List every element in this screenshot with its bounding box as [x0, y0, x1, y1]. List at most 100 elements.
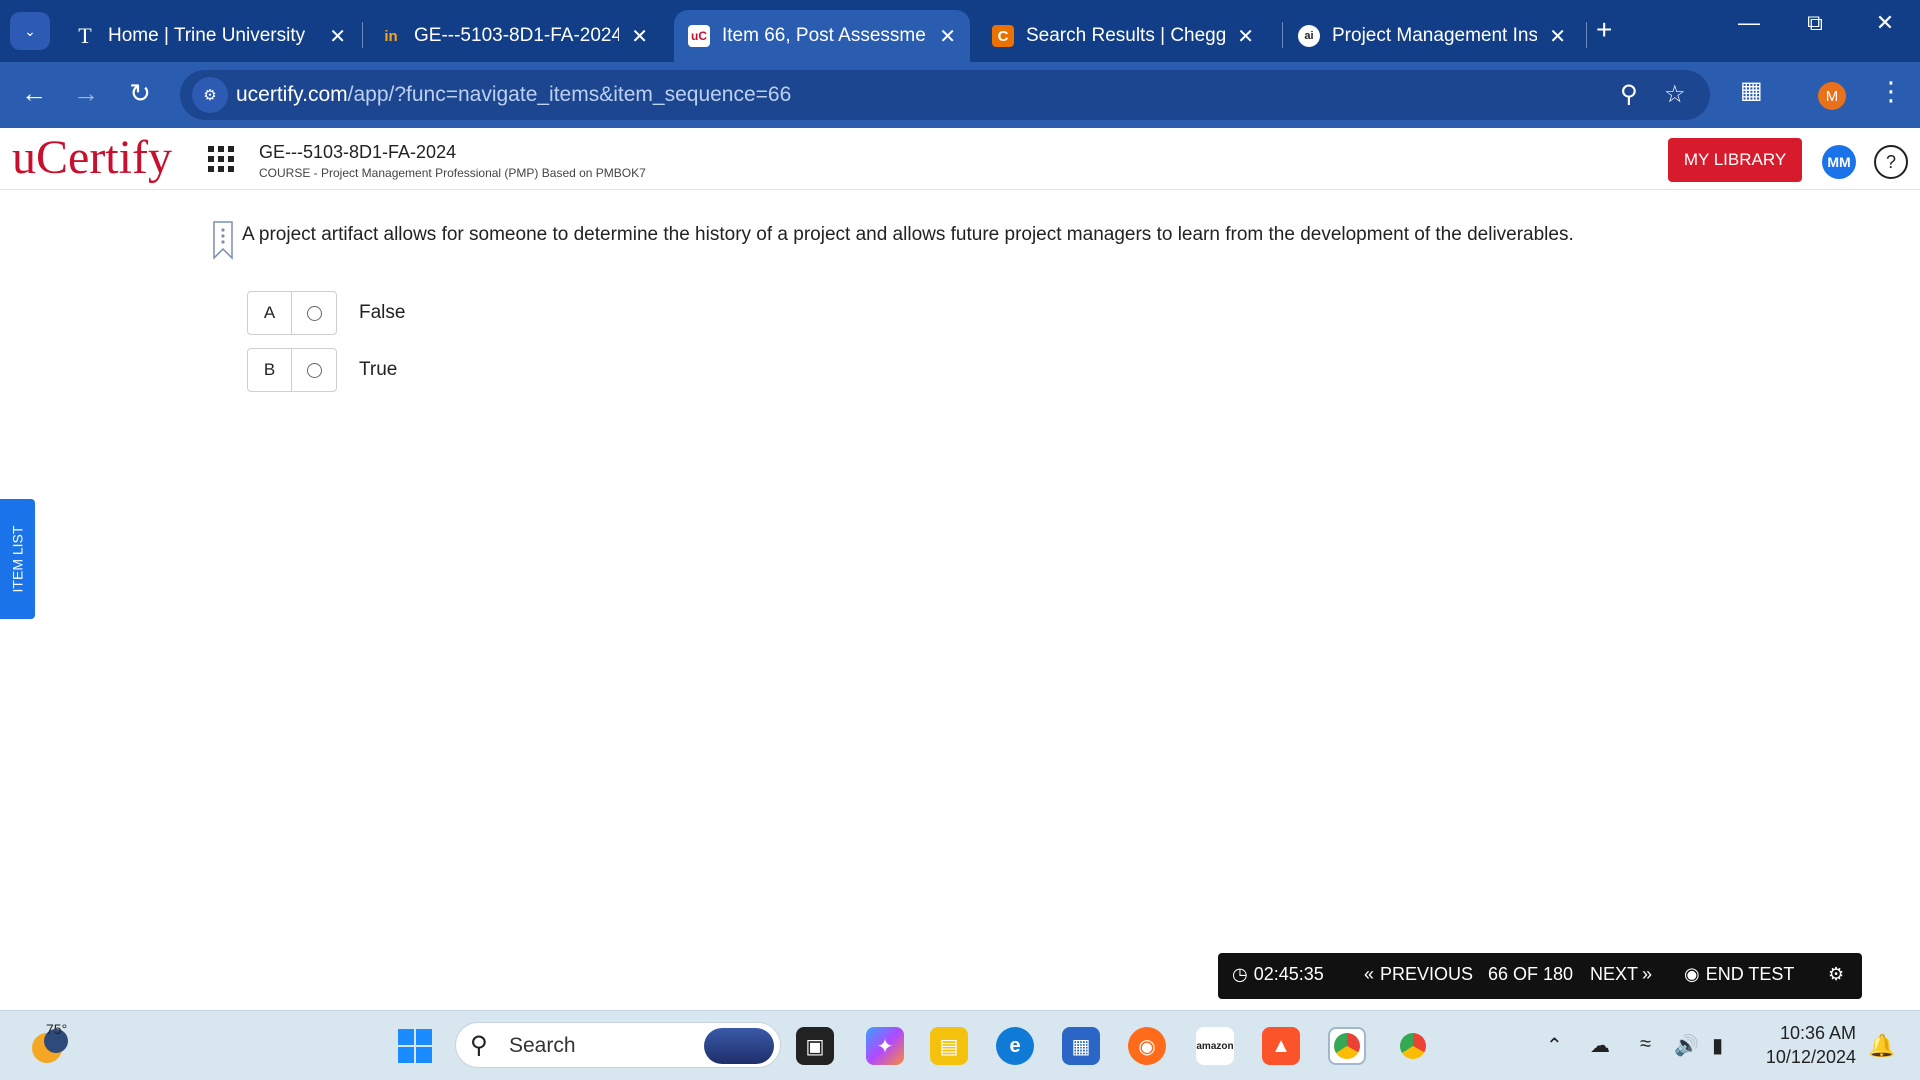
file-explorer-icon[interactable]: ▤ — [930, 1027, 968, 1065]
option-text[interactable]: True — [359, 359, 397, 381]
system-clock[interactable]: 10:36 AM 10/12/2024 — [1746, 1021, 1856, 1069]
test-control-bar: ◷ 02:45:35 «PREVIOUS 66 OF 180 NEXT» ◉ END… — [1218, 953, 1862, 999]
close-icon[interactable]: ✕ — [329, 24, 346, 49]
timer-value: 02:45:35 — [1253, 964, 1324, 984]
apps-grid-icon[interactable] — [208, 146, 234, 172]
tab-chegg[interactable]: C Search Results | Chegg.co ✕ — [978, 10, 1268, 62]
tab-title: Home | Trine University — [108, 25, 306, 46]
tab-title: GE---5103-8D1-FA-2024: — [414, 25, 620, 46]
tab-divider — [1586, 22, 1587, 48]
new-tab-icon[interactable]: + — [1596, 14, 1612, 46]
copilot-icon[interactable]: ✦ — [866, 1027, 904, 1065]
tab-title: Search Results | Chegg.co — [1026, 25, 1226, 46]
tab-favicon-icon: uC — [688, 25, 710, 47]
item-list-toggle[interactable]: ITEM LIST — [0, 499, 35, 619]
tab-favicon-icon: ai — [1298, 25, 1320, 47]
help-button[interactable]: ? — [1874, 145, 1908, 179]
tab-divider — [1282, 22, 1283, 48]
bookmark-flag-icon[interactable] — [212, 220, 234, 260]
option-a[interactable]: A False — [247, 291, 405, 335]
edge-browser-icon[interactable]: e — [996, 1027, 1034, 1065]
item-list-label: ITEM LIST — [9, 525, 26, 593]
minimize-icon[interactable]: — — [1724, 10, 1774, 36]
option-text[interactable]: False — [359, 302, 405, 324]
window-close-icon[interactable]: ✕ — [1860, 10, 1910, 36]
tab-favicon-icon: C — [992, 25, 1014, 47]
double-chevron-right-icon: » — [1642, 964, 1653, 984]
browser-menu-icon[interactable]: ⋮ — [1878, 76, 1904, 107]
clock-time: 10:36 AM — [1779, 1023, 1856, 1043]
brave-browser-icon[interactable]: ▲ — [1262, 1027, 1300, 1065]
task-view-icon[interactable]: ▣ — [796, 1027, 834, 1065]
close-icon[interactable]: ✕ — [1237, 24, 1254, 49]
user-avatar[interactable]: MM — [1822, 145, 1856, 179]
site-info-icon[interactable]: ⚙ — [192, 77, 228, 113]
reload-icon[interactable]: ↻ — [122, 78, 158, 109]
question-progress: 66 OF 180 — [1488, 964, 1574, 984]
option-selector[interactable]: B — [247, 348, 337, 392]
clock-date: 10/12/2024 — [1765, 1047, 1856, 1067]
notification-bell-icon[interactable]: 🔔 — [1868, 1033, 1895, 1059]
zoom-icon[interactable]: ⚲ — [1620, 80, 1638, 109]
microsoft-store-icon[interactable]: ▦ — [1062, 1027, 1100, 1065]
firefox-icon[interactable]: ◉ — [1128, 1027, 1166, 1065]
battery-icon[interactable]: ▮ — [1712, 1033, 1723, 1058]
url-text: ucertify.com/app/?func=navigate_items&it… — [236, 83, 791, 107]
tab-divider — [362, 22, 363, 48]
url-path: /app/?func=navigate_items&item_sequence=… — [347, 83, 792, 106]
option-letter: B — [248, 349, 293, 391]
forward-icon[interactable]: → — [68, 78, 104, 109]
taskbar-search[interactable]: ⚲ Search — [455, 1022, 781, 1068]
my-library-button[interactable]: MY LIBRARY — [1668, 138, 1802, 182]
option-b[interactable]: B True — [247, 348, 397, 392]
ucertify-logo[interactable]: uCertify — [12, 130, 172, 185]
tab-course[interactable]: in GE---5103-8D1-FA-2024: ✕ — [366, 10, 662, 62]
option-letter: A — [248, 292, 293, 334]
tab-title: Item 66, Post Assessment — [722, 25, 928, 46]
onedrive-cloud-icon[interactable]: ☁ — [1590, 1033, 1610, 1058]
bookmark-star-icon[interactable]: ☆ — [1664, 80, 1686, 109]
radio-button[interactable] — [292, 292, 336, 334]
windows-start-icon[interactable] — [398, 1029, 432, 1063]
previous-button[interactable]: «PREVIOUS — [1364, 964, 1473, 985]
url-host: ucertify.com — [236, 83, 348, 106]
close-icon[interactable]: ✕ — [1549, 24, 1566, 49]
next-button[interactable]: NEXT» — [1590, 964, 1652, 985]
app-header: uCertify GE---5103-8D1-FA-2024 COURSE - … — [0, 128, 1920, 190]
tab-favicon-icon: T — [78, 23, 92, 48]
extensions-icon[interactable]: ▦ — [1740, 76, 1763, 105]
close-icon[interactable]: ✕ — [939, 24, 956, 49]
option-selector[interactable]: A — [247, 291, 337, 335]
address-bar: ← → ↻ ⚙ ucertify.com/app/?func=navigate_… — [0, 62, 1920, 128]
volume-icon[interactable]: 🔊 — [1674, 1033, 1699, 1058]
profile-avatar[interactable]: M — [1818, 82, 1846, 110]
course-code: GE---5103-8D1-FA-2024 — [259, 142, 457, 162]
tab-post-assessment[interactable]: uC Item 66, Post Assessment ✕ — [674, 10, 970, 62]
close-icon[interactable]: ✕ — [631, 24, 648, 49]
tab-search-chevron-icon[interactable]: ⌄ — [10, 12, 50, 50]
tab-chatgpt[interactable]: ai Project Management Insi ✕ — [1284, 10, 1580, 62]
radio-button[interactable] — [292, 349, 336, 391]
chrome-active-icon[interactable] — [1328, 1027, 1366, 1065]
end-test-button[interactable]: ◉ END TEST — [1684, 964, 1794, 985]
tab-favicon-icon: in — [384, 27, 398, 45]
tab-trine-home[interactable]: T Home | Trine University ✕ — [60, 10, 360, 62]
amazon-icon[interactable]: amazon — [1196, 1027, 1234, 1065]
end-test-label: END TEST — [1705, 964, 1795, 984]
stop-circle-icon: ◉ — [1684, 964, 1700, 984]
back-icon[interactable]: ← — [16, 78, 52, 109]
tab-title: Project Management Insi — [1332, 25, 1538, 46]
wifi-icon[interactable]: ≈ — [1640, 1033, 1651, 1056]
url-field[interactable]: ⚙ ucertify.com/app/?func=navigate_items&… — [180, 70, 1710, 120]
next-label: NEXT — [1590, 964, 1639, 984]
previous-label: PREVIOUS — [1380, 964, 1474, 984]
restore-icon[interactable]: ⧉ — [1790, 10, 1840, 36]
settings-gear-icon[interactable]: ⚙ — [1828, 964, 1844, 985]
weather-temperature: 75° — [46, 1021, 68, 1037]
clock-icon: ◷ — [1232, 964, 1248, 984]
show-hidden-icons-chevron-icon[interactable]: ⌃ — [1546, 1033, 1563, 1058]
chrome-profile-icon[interactable] — [1394, 1027, 1432, 1065]
question-text: A project artifact allows for someone to… — [242, 224, 1574, 245]
course-subtitle: COURSE - Project Management Professional… — [259, 166, 646, 180]
search-icon: ⚲ — [470, 1032, 488, 1059]
